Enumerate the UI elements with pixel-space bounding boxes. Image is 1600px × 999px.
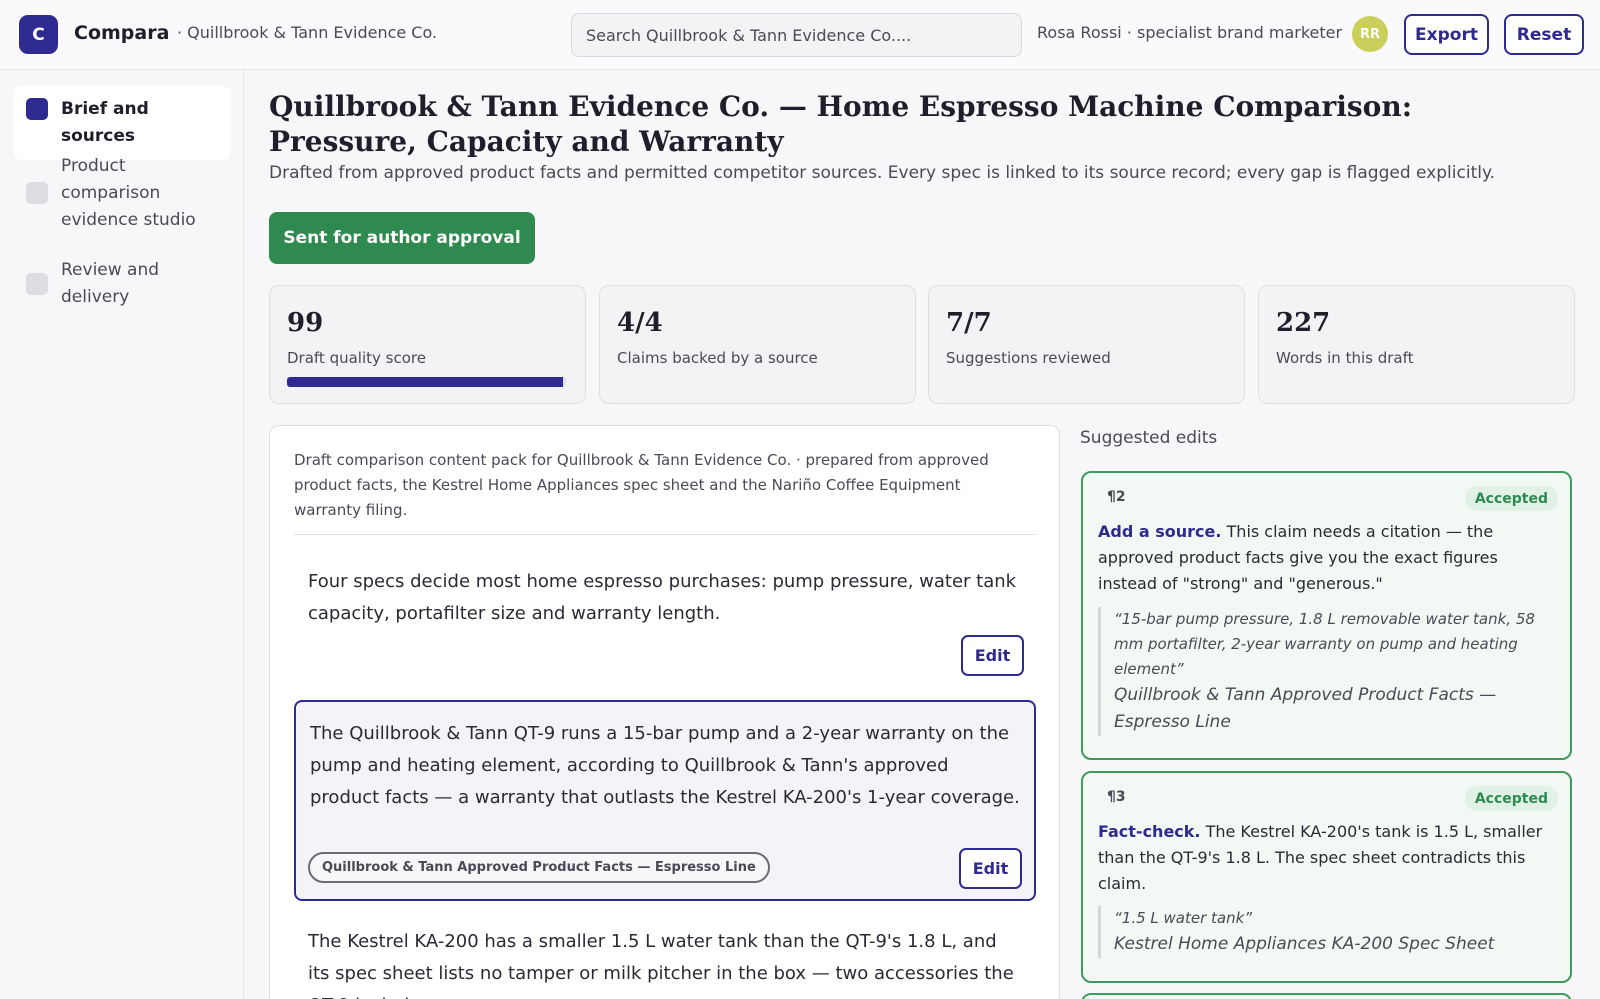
search-input[interactable] [571, 13, 1022, 57]
stat-label: Claims backed by a source [617, 349, 818, 367]
paragraph-text: The Quillbrook & Tann QT-9 runs a 15-bar… [310, 723, 1020, 808]
evidence-source: Kestrel Home Appliances KA-200 Spec Shee… [1114, 934, 1495, 954]
sidebar-item-review-and-delivery[interactable]: Review and delivery [14, 247, 231, 321]
page-title: Quillbrook & Tann Evidence Co. — Home Es… [269, 90, 1413, 158]
stat-card-claims-backed: 4/4 Claims backed by a source [599, 285, 916, 404]
draft-paragraph-1[interactable]: Four specs decide most home espresso pur… [294, 550, 1036, 691]
page-subtitle: Drafted from approved product facts and … [269, 163, 1496, 183]
status-badge: Accepted [1464, 486, 1558, 511]
stat-card-suggestions-reviewed: 7/7 Suggestions reviewed [928, 285, 1245, 404]
suggestion-body: Add a source. This claim needs a citatio… [1098, 519, 1558, 597]
suggestion-body: Fact-check. The Kestrel KA-200's tank is… [1098, 819, 1558, 897]
quality-progress-fill [287, 377, 564, 387]
paragraph-text: Four specs decide most home espresso pur… [308, 571, 1017, 624]
suggestion-evidence: “15-bar pump pressure, 1.8 L removable w… [1098, 607, 1558, 736]
suggestion-evidence: “1.5 L water tank” Kestrel Home Applianc… [1098, 906, 1558, 958]
stat-card-quality-score: 99 Draft quality score [269, 285, 586, 404]
stat-label: Draft quality score [287, 349, 426, 367]
avatar[interactable]: RR [1352, 16, 1388, 52]
sidebar-item-evidence-studio[interactable]: Product comparison evidence studio [14, 143, 231, 244]
stat-card-word-count: 227 Words in this draft [1258, 285, 1575, 404]
source-chip[interactable]: Quillbrook & Tann Approved Product Facts… [308, 852, 770, 883]
draft-intro: Draft comparison content pack for Quillb… [294, 451, 989, 519]
approval-status-button[interactable]: Sent for author approval [269, 212, 535, 264]
reset-button[interactable]: Reset [1504, 14, 1584, 55]
sidebar-item-label: Product comparison evidence studio [61, 156, 196, 230]
app-name: Compara [74, 22, 170, 44]
draft-paragraph-2[interactable]: The Quillbrook & Tann QT-9 runs a 15-bar… [294, 700, 1036, 901]
suggestion-card[interactable] [1081, 993, 1572, 999]
suggestion-paragraph-ref: ¶2 [1107, 489, 1126, 505]
quality-progress-bar [287, 377, 566, 387]
evidence-quote: “15-bar pump pressure, 1.8 L removable w… [1114, 610, 1535, 678]
draft-panel: Draft comparison content pack for Quillb… [269, 425, 1060, 999]
status-badge: Accepted [1464, 786, 1558, 811]
suggestion-action: Fact-check. [1098, 822, 1201, 841]
suggestion-paragraph-ref: ¶3 [1107, 789, 1126, 805]
sidebar: Brief and sources Product comparison evi… [0, 70, 244, 999]
draft-paragraph-3[interactable]: The Kestrel KA-200 has a smaller 1.5 L w… [294, 910, 1036, 999]
stat-label: Suggestions reviewed [946, 349, 1111, 367]
edit-paragraph-button[interactable]: Edit [961, 635, 1024, 676]
evidence-quote: “1.5 L water tank” [1114, 909, 1253, 927]
top-bar: C Compara · Quillbrook & Tann Evidence C… [0, 0, 1600, 70]
stat-value: 7/7 [946, 308, 992, 338]
org-name: · Quillbrook & Tann Evidence Co. [177, 23, 438, 42]
export-button[interactable]: Export [1404, 14, 1489, 55]
stat-value: 4/4 [617, 308, 663, 338]
step-indicator-icon [26, 98, 48, 120]
step-indicator-icon [26, 273, 48, 295]
suggestion-card[interactable]: ¶3 Accepted Fact-check. The Kestrel KA-2… [1081, 771, 1572, 983]
evidence-source: Quillbrook & Tann Approved Product Facts… [1114, 685, 1497, 732]
edit-paragraph-button[interactable]: Edit [959, 848, 1022, 889]
sidebar-item-label: Review and delivery [61, 260, 160, 307]
suggestions-heading: Suggested edits [1080, 428, 1218, 448]
stat-value: 227 [1276, 308, 1331, 338]
paragraph-text: The Kestrel KA-200 has a smaller 1.5 L w… [308, 931, 1014, 999]
app-logo[interactable]: C [19, 15, 58, 54]
user-name: Rosa Rossi · specialist brand marketer [1037, 23, 1343, 42]
suggestion-action: Add a source. [1098, 522, 1222, 541]
sidebar-item-label: Brief and sources [61, 99, 149, 146]
step-indicator-icon [26, 182, 48, 204]
divider [294, 534, 1036, 535]
suggestion-card[interactable]: ¶2 Accepted Add a source. This claim nee… [1081, 471, 1572, 760]
stat-label: Words in this draft [1276, 349, 1414, 367]
stat-value: 99 [287, 308, 324, 338]
